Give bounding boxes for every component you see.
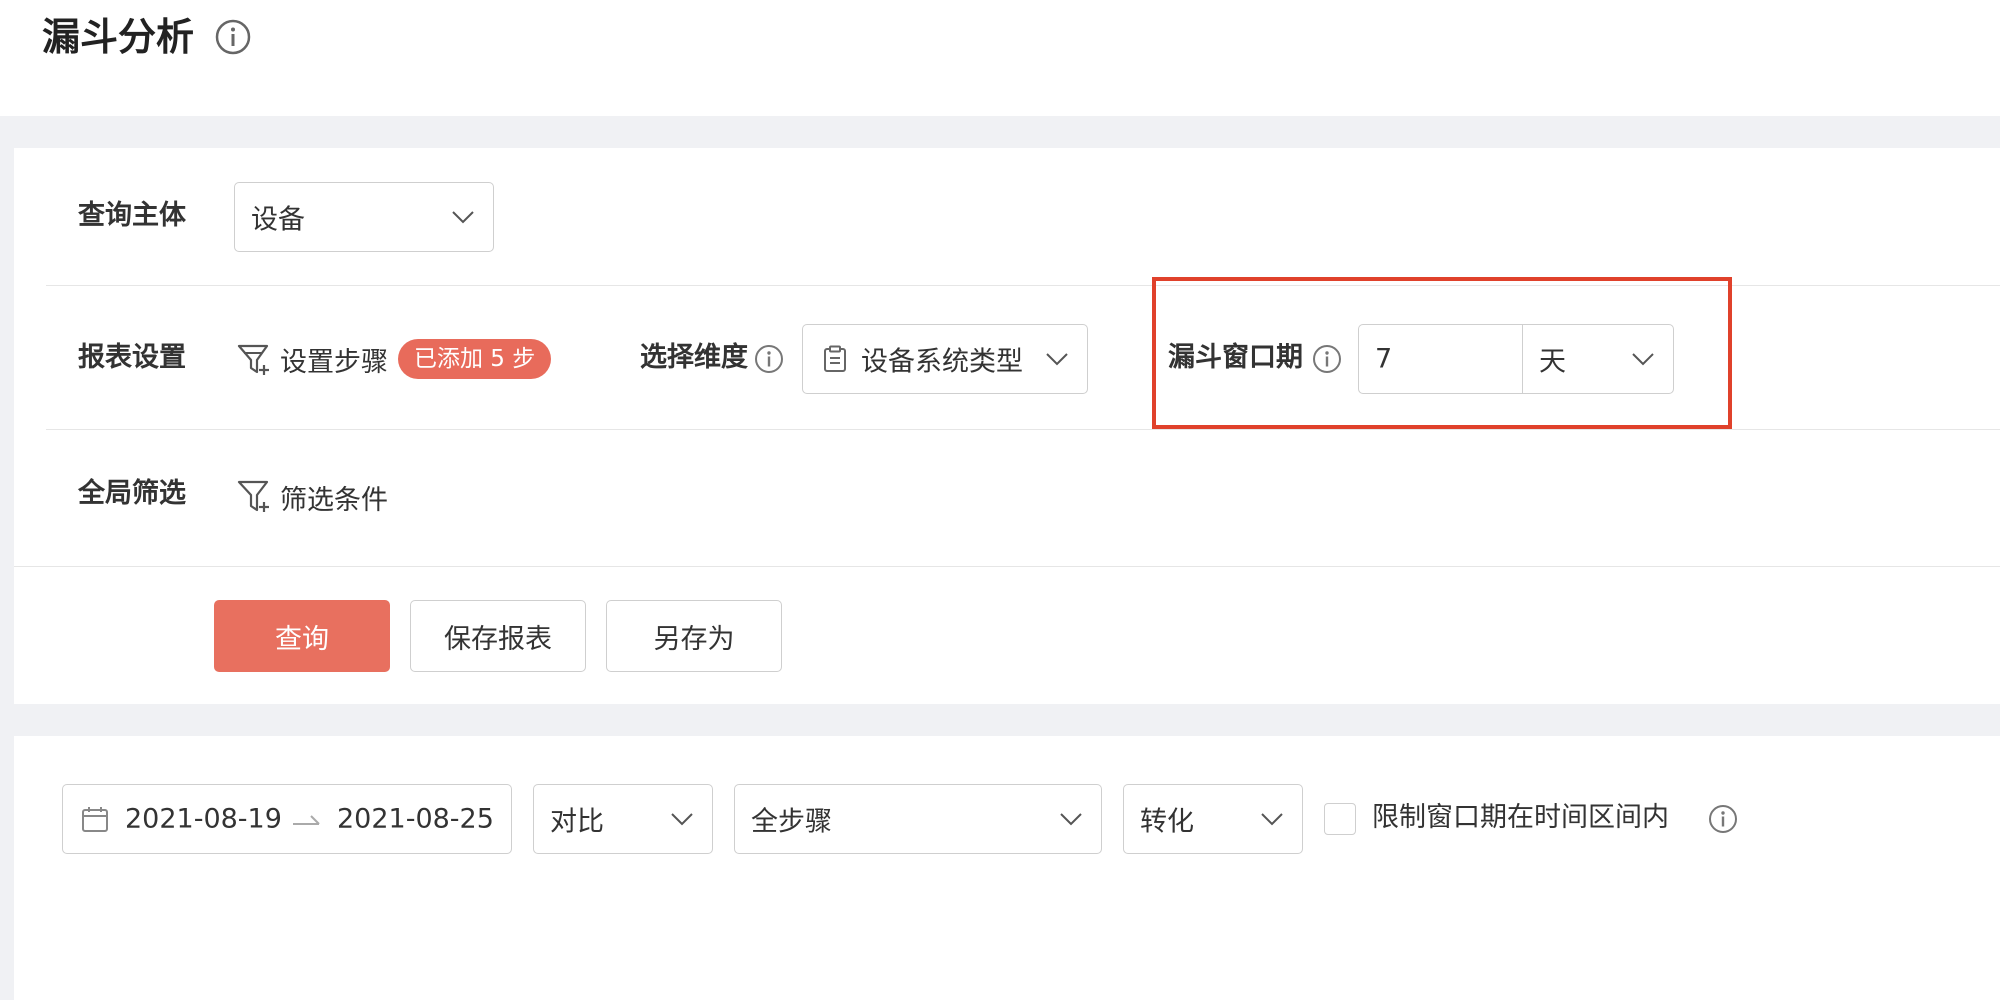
info-icon[interactable]	[754, 344, 784, 374]
calendar-icon	[82, 807, 108, 832]
info-icon[interactable]	[214, 18, 252, 56]
global-filter-label: 全局筛选	[78, 478, 186, 509]
chevron-down-icon	[671, 813, 693, 826]
info-icon[interactable]	[1708, 804, 1738, 834]
dimension-value: 设备系统类型	[861, 346, 1023, 378]
date-start: 2021-08-19	[125, 803, 282, 835]
dimension-label: 选择维度	[640, 342, 748, 373]
metric-select[interactable]: 转化	[1123, 784, 1303, 854]
dimension-select[interactable]: 设备系统类型	[802, 324, 1088, 394]
set-steps-button[interactable]: 设置步骤 已添加 5 步	[236, 338, 552, 380]
limit-window-checkbox[interactable]	[1324, 803, 1356, 835]
compare-select[interactable]: 对比	[533, 784, 713, 854]
report-settings-label: 报表设置	[78, 342, 186, 373]
query-button[interactable]: 查询	[214, 600, 390, 672]
divider	[46, 429, 2000, 430]
page-header: 漏斗分析	[0, 0, 2000, 116]
compare-value: 对比	[550, 806, 604, 838]
highlight-annotation	[1152, 277, 1732, 429]
query-subject-label: 查询主体	[78, 200, 186, 231]
arrow-right-icon	[293, 815, 320, 825]
chevron-down-icon	[452, 211, 474, 224]
divider	[14, 566, 2000, 567]
chevron-down-icon	[1046, 353, 1068, 366]
date-end: 2021-08-25	[337, 803, 494, 835]
steps-count-badge: 已添加 5 步	[398, 339, 552, 379]
limit-window-label: 限制窗口期在时间区间内	[1372, 802, 1669, 833]
query-subject-value: 设备	[251, 204, 305, 236]
query-subject-select[interactable]: 设备	[234, 182, 494, 252]
chevron-down-icon	[1060, 813, 1082, 826]
page-title: 漏斗分析	[42, 15, 195, 59]
clipboard-icon	[824, 345, 846, 372]
funnel-add-icon	[237, 344, 269, 375]
save-report-button[interactable]: 保存报表	[410, 600, 586, 672]
set-steps-label: 设置步骤	[280, 346, 388, 378]
result-card: 2021-08-19 2021-08-25 对比 全步骤 转化 限制窗口期在时间…	[14, 736, 2000, 1000]
chevron-down-icon	[1261, 813, 1283, 826]
save-as-button[interactable]: 另存为	[606, 600, 782, 672]
metric-value: 转化	[1140, 806, 1194, 838]
steps-select[interactable]: 全步骤	[734, 784, 1102, 854]
filter-condition-button[interactable]: 筛选条件	[236, 476, 388, 518]
steps-value: 全步骤	[751, 806, 832, 838]
filter-add-icon	[237, 480, 269, 512]
date-range-picker[interactable]: 2021-08-19 2021-08-25	[62, 784, 512, 854]
filter-condition-label: 筛选条件	[280, 484, 388, 516]
